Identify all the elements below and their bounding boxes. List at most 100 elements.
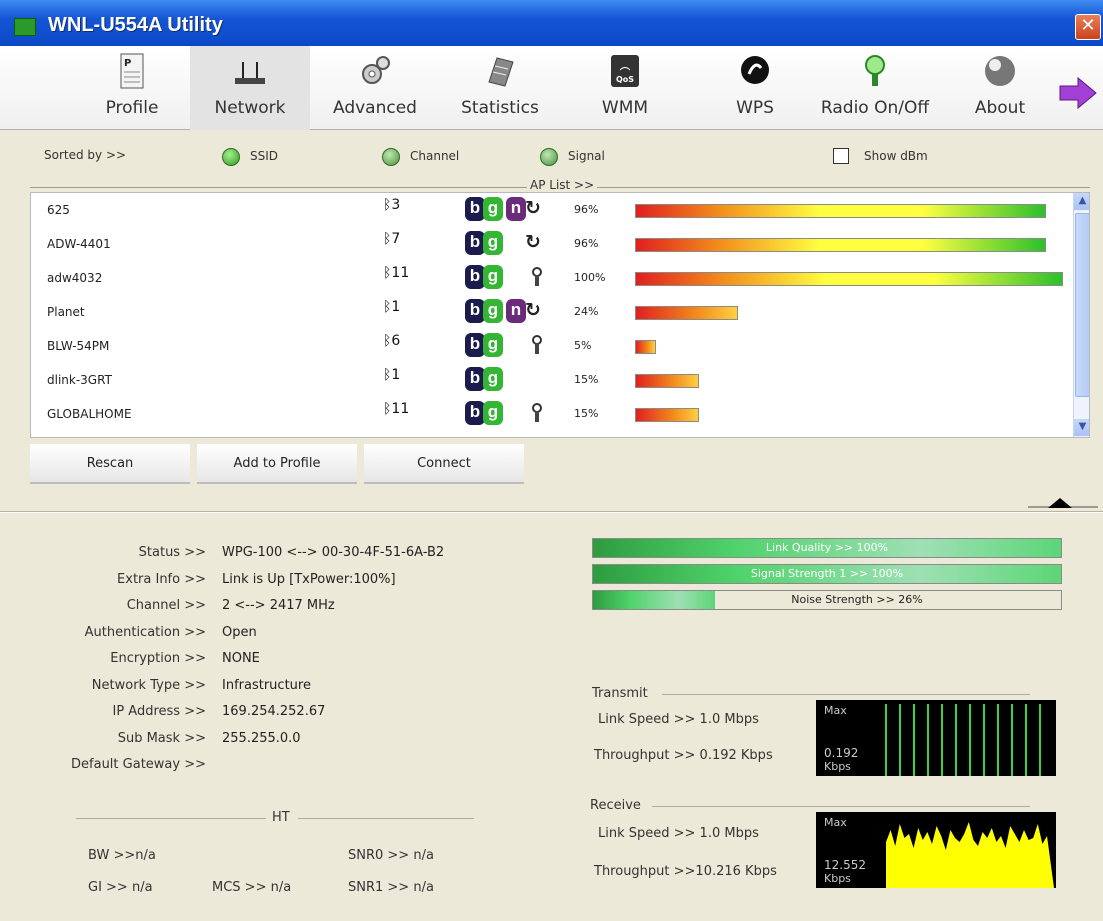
tab-label: WPS bbox=[736, 98, 774, 118]
divider bbox=[298, 818, 474, 819]
ap-channel-number: 11 bbox=[391, 265, 410, 281]
info-key: Encryption >> bbox=[110, 651, 206, 666]
ap-signal-bar bbox=[635, 272, 1063, 286]
show-dbm-checkbox[interactable] bbox=[833, 148, 849, 164]
ap-list-row[interactable]: adw4032 ᛒ11 b g 100% bbox=[31, 261, 1073, 295]
scroll-thumb[interactable] bbox=[1075, 213, 1089, 397]
info-key: Default Gateway >> bbox=[71, 757, 206, 772]
wps-icon bbox=[741, 56, 769, 84]
tab-statistics[interactable]: Statistics bbox=[440, 46, 560, 130]
wps-icon: ↻ bbox=[525, 197, 541, 219]
collapse-arrow-icon[interactable] bbox=[1048, 498, 1072, 508]
wps-icon: ↻ bbox=[525, 299, 541, 321]
ap-list-row[interactable]: Planet ᛒ1 b g n ↻ 24% bbox=[31, 295, 1073, 329]
scroll-up-icon[interactable]: ▲ bbox=[1074, 193, 1089, 210]
ap-signal-bar bbox=[635, 374, 699, 388]
rescan-button[interactable]: Rescan bbox=[30, 444, 190, 484]
ap-list-row[interactable]: dlink-3GRT ᛒ1 b g 15% bbox=[31, 363, 1073, 397]
ap-channel: ᛒ11 bbox=[383, 265, 409, 281]
tab-about[interactable]: About bbox=[955, 46, 1045, 130]
ap-channel: ᛒ7 bbox=[383, 231, 400, 247]
tab-label: Radio On/Off bbox=[820, 98, 930, 118]
meter: Link Quality >> 100% bbox=[592, 538, 1062, 558]
ap-ssid: ADW-4401 bbox=[47, 237, 111, 251]
info-value: Infrastructure bbox=[222, 677, 311, 693]
qos-icon: QoS bbox=[611, 55, 639, 87]
tab-radio[interactable]: Radio On/Off bbox=[810, 46, 940, 130]
mcs-value: MCS >> n/a bbox=[212, 880, 292, 895]
scroll-down-icon[interactable]: ▼ bbox=[1074, 419, 1089, 436]
tab-profile[interactable]: P Profile bbox=[82, 46, 182, 130]
svg-text:P: P bbox=[124, 58, 131, 69]
receive-graph bbox=[886, 822, 1054, 888]
ap-list-row[interactable]: GLOBALHOME ᛒ11 b g 15% bbox=[31, 397, 1073, 431]
ap-signal-bar bbox=[635, 408, 699, 422]
receive-title: Receive bbox=[590, 798, 641, 813]
ht-title: HT bbox=[272, 810, 290, 825]
info-value: 255.255.0.0 bbox=[222, 730, 301, 746]
mode-b-icon: b bbox=[465, 265, 485, 289]
signal-radio[interactable] bbox=[540, 148, 558, 166]
ap-signal-percent: 100% bbox=[574, 271, 606, 284]
transmit-graph bbox=[885, 704, 1041, 776]
mode-b-icon: b bbox=[465, 197, 485, 221]
ap-channel: ᛒ3 bbox=[383, 197, 400, 213]
mode-b-icon: b bbox=[465, 231, 485, 255]
ap-list[interactable]: 625 ᛒ3 b g n ↻ 96% ADW-4401 ᛒ7 b g ↻ 96% adw4032 ᛒ11 b g… bbox=[30, 192, 1090, 438]
receive-area bbox=[886, 822, 1054, 888]
signal-label: Signal bbox=[568, 149, 605, 163]
ap-list-row[interactable]: ADW-4401 ᛒ7 b g ↻ 96% bbox=[31, 227, 1073, 261]
tab-label: Statistics bbox=[461, 98, 539, 118]
info-value: NONE bbox=[222, 651, 260, 666]
add-to-profile-button[interactable]: Add to Profile bbox=[197, 444, 357, 484]
transmit-max: Max bbox=[824, 704, 847, 717]
ssid-radio[interactable] bbox=[222, 148, 240, 166]
divider bbox=[652, 806, 1030, 807]
sorted-by-label: Sorted by >> bbox=[44, 148, 127, 162]
mode-b-icon: b bbox=[465, 299, 485, 323]
connect-button[interactable]: Connect bbox=[364, 444, 524, 484]
transmit-title: Transmit bbox=[592, 686, 648, 701]
info-key: Extra Info >> bbox=[117, 571, 206, 587]
ap-list-row[interactable]: 625 ᛒ3 b g n ↻ 96% bbox=[31, 193, 1073, 227]
ap-list-row[interactable]: BLW-54PM ᛒ6 b g 5% bbox=[31, 329, 1073, 363]
tab-wps[interactable]: WPS bbox=[705, 46, 805, 130]
ap-signal-percent: 96% bbox=[574, 203, 599, 216]
ap-channel-number: 11 bbox=[391, 401, 410, 417]
lock-icon bbox=[532, 267, 542, 286]
mode-g-icon: g bbox=[483, 401, 503, 425]
svg-text:QoS: QoS bbox=[616, 75, 634, 84]
lock-icon bbox=[532, 335, 542, 354]
meter: Noise Strength >> 26% bbox=[592, 590, 1062, 610]
close-button[interactable]: ✕ bbox=[1075, 14, 1101, 40]
gi-value: GI >> n/a bbox=[88, 880, 153, 895]
meter-label: Noise Strength >> 26% bbox=[791, 593, 923, 606]
transmit-value: 0.192 bbox=[824, 746, 859, 760]
gears-icon bbox=[362, 56, 390, 84]
ap-signal-percent: 24% bbox=[574, 305, 599, 318]
about-icon bbox=[985, 56, 1015, 86]
mode-g-icon: g bbox=[483, 197, 503, 221]
mode-g-icon: g bbox=[483, 333, 503, 357]
mode-g-icon: g bbox=[483, 299, 503, 323]
ap-signal-percent: 5% bbox=[574, 339, 592, 352]
channel-radio[interactable] bbox=[382, 148, 400, 166]
receive-link-speed: Link Speed >> 1.0 Mbps bbox=[598, 826, 759, 841]
info-value: 2 <--> 2417 MHz bbox=[222, 598, 335, 613]
next-arrow-icon[interactable] bbox=[1058, 76, 1098, 110]
snr0-value: SNR0 >> n/a bbox=[348, 848, 434, 863]
tab-advanced[interactable]: Advanced bbox=[320, 46, 430, 130]
ap-channel-number: 6 bbox=[391, 333, 401, 349]
title-bar: WNL-U554A Utility ✕ bbox=[0, 0, 1103, 46]
ap-list-scrollbar[interactable]: ▲ ▼ bbox=[1073, 193, 1089, 437]
sort-bar: Sorted by >> SSID Channel Signal Show dB… bbox=[30, 138, 1090, 178]
transmit-throughput: Throughput >> 0.192 Kbps bbox=[594, 748, 773, 763]
tab-wmm[interactable]: QoS WMM bbox=[575, 46, 675, 130]
ap-channel: ᛒ6 bbox=[383, 333, 400, 349]
tab-network[interactable]: Network bbox=[190, 46, 310, 130]
mode-g-icon: g bbox=[483, 265, 503, 289]
profile-icon: P bbox=[120, 53, 144, 89]
ap-channel: ᛒ11 bbox=[383, 401, 409, 417]
transmit-chart: Max 0.192 Kbps bbox=[816, 700, 1056, 776]
receive-unit: Kbps bbox=[824, 872, 851, 885]
